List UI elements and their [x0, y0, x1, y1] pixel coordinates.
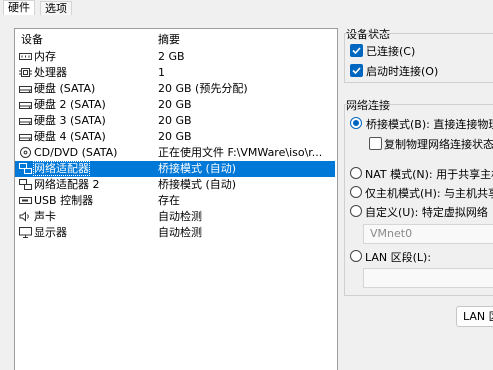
device-row[interactable]: 显示器 自动检测: [15, 225, 335, 241]
device-name: 硬盘 4 (SATA): [34, 130, 106, 143]
bridged-radio[interactable]: [350, 117, 362, 129]
cd-icon: [19, 147, 32, 158]
device-row[interactable]: USB 控制器 存在: [15, 193, 335, 209]
nat-label[interactable]: NAT 模式(N): 用于共享主机: [365, 166, 493, 182]
device-name-cell: 处理器: [19, 65, 67, 81]
column-header-device[interactable]: 设备: [21, 31, 43, 47]
speaker-icon: [19, 211, 32, 222]
device-summary: 自动检测: [158, 226, 202, 239]
device-row[interactable]: 内存 2 GB: [15, 49, 335, 65]
device-row[interactable]: 声卡 自动检测: [15, 209, 335, 225]
device-summary: 正在使用文件 F:\VMWare\iso\r...: [158, 146, 323, 159]
column-header-summary[interactable]: 摘要: [158, 31, 180, 47]
device-list-header: 设备 摘要: [15, 29, 337, 47]
lan-segment-radio[interactable]: [350, 250, 362, 262]
replicate-state-checkbox[interactable]: [369, 137, 382, 150]
device-name-cell: 内存: [19, 49, 56, 65]
device-name-cell: 网络适配器: [19, 161, 90, 177]
device-summary: 存在: [158, 194, 180, 207]
device-row[interactable]: 网络适配器 2 桥接模式 (自动): [15, 177, 335, 193]
host-only-label[interactable]: 仅主机模式(H): 与主机共享: [365, 185, 493, 201]
device-summary: 2 GB: [158, 50, 185, 63]
disk-icon: [19, 115, 32, 126]
checkmark-icon: [352, 47, 361, 55]
device-summary: 20 GB: [158, 114, 192, 127]
connected-label[interactable]: 已连接(C): [366, 43, 415, 59]
device-row[interactable]: 硬盘 4 (SATA) 20 GB: [15, 129, 335, 145]
device-name: 网络适配器 2: [34, 178, 100, 191]
device-name-cell: CD/DVD (SATA): [19, 145, 117, 161]
network-icon: [19, 179, 32, 190]
device-summary: 20 GB (预先分配): [158, 82, 248, 95]
device-name-cell: 声卡: [19, 209, 56, 225]
device-name: USB 控制器: [34, 194, 94, 207]
device-row[interactable]: 处理器 1: [15, 65, 335, 81]
device-name-cell: 硬盘 4 (SATA): [19, 129, 106, 145]
memory-icon: [19, 51, 32, 62]
device-name-cell: 硬盘 (SATA): [19, 81, 95, 97]
device-summary: 20 GB: [158, 130, 192, 143]
device-row[interactable]: 硬盘 3 (SATA) 20 GB: [15, 113, 335, 129]
lan-segment-label[interactable]: LAN 区段(L):: [365, 249, 431, 265]
device-name: 声卡: [34, 210, 56, 223]
device-name: 处理器: [34, 66, 67, 79]
usb-icon: [19, 195, 32, 206]
device-row[interactable]: CD/DVD (SATA) 正在使用文件 F:\VMWare\iso\r...: [15, 145, 335, 161]
device-name: 硬盘 3 (SATA): [34, 114, 106, 127]
tab-options[interactable]: 选项: [40, 1, 72, 15]
device-name: 硬盘 (SATA): [34, 82, 96, 95]
device-summary: 20 GB: [158, 98, 192, 111]
host-only-radio[interactable]: [350, 186, 362, 198]
device-summary: 1: [158, 66, 165, 79]
tab-hardware[interactable]: 硬件: [3, 0, 35, 15]
device-summary: 自动检测: [158, 210, 202, 223]
network-icon: [19, 163, 32, 174]
device-name-cell: 显示器: [19, 225, 67, 241]
device-list[interactable]: 设备 摘要 内存 2 GB 处理器 1 硬盘 (SATA) 20 GB (预先分配) 硬盘 …: [14, 28, 338, 370]
device-name-cell: 硬盘 3 (SATA): [19, 113, 106, 129]
device-name: 内存: [34, 50, 56, 63]
device-name-cell: 硬盘 2 (SATA): [19, 97, 106, 113]
tab-bar: 硬件 选项: [0, 0, 493, 15]
checkmark-icon: [352, 67, 361, 75]
custom-label[interactable]: 自定义(U): 特定虚拟网络: [365, 204, 488, 220]
device-row[interactable]: 硬盘 (SATA) 20 GB (预先分配): [15, 81, 335, 97]
monitor-icon: [19, 227, 32, 238]
replicate-state-label[interactable]: 复制物理网络连接状态(: [384, 136, 493, 152]
disk-icon: [19, 99, 32, 110]
custom-network-select[interactable]: VMnet0: [363, 224, 493, 244]
lan-segment-button[interactable]: LAN 区: [456, 306, 493, 327]
device-summary: 桥接模式 (自动): [158, 178, 237, 191]
bridged-label[interactable]: 桥接模式(B): 直接连接物理: [366, 116, 493, 132]
device-name: CD/DVD (SATA): [34, 146, 118, 159]
connected-checkbox[interactable]: [350, 44, 363, 57]
vm-settings-dialog: 硬件 选项 设备 摘要 内存 2 GB 处理器 1 硬盘 (SATA) 20 GB (预先…: [0, 0, 493, 370]
device-name-cell: 网络适配器 2: [19, 177, 100, 193]
connect-at-power-on-checkbox[interactable]: [350, 64, 363, 77]
device-row[interactable]: 网络适配器 桥接模式 (自动): [15, 161, 335, 177]
device-name-cell: USB 控制器: [19, 193, 93, 209]
lan-segment-select[interactable]: [363, 268, 493, 288]
disk-icon: [19, 131, 32, 142]
disk-icon: [19, 83, 32, 94]
device-name: 显示器: [34, 226, 67, 239]
device-name: 硬盘 2 (SATA): [34, 98, 106, 111]
cpu-icon: [19, 67, 32, 78]
custom-radio[interactable]: [350, 205, 362, 217]
nat-radio[interactable]: [350, 167, 362, 179]
device-name: 网络适配器: [33, 161, 90, 176]
device-row[interactable]: 硬盘 2 (SATA) 20 GB: [15, 97, 335, 113]
device-summary: 桥接模式 (自动): [158, 162, 237, 175]
connect-at-power-on-label[interactable]: 启动时连接(O): [366, 63, 438, 79]
